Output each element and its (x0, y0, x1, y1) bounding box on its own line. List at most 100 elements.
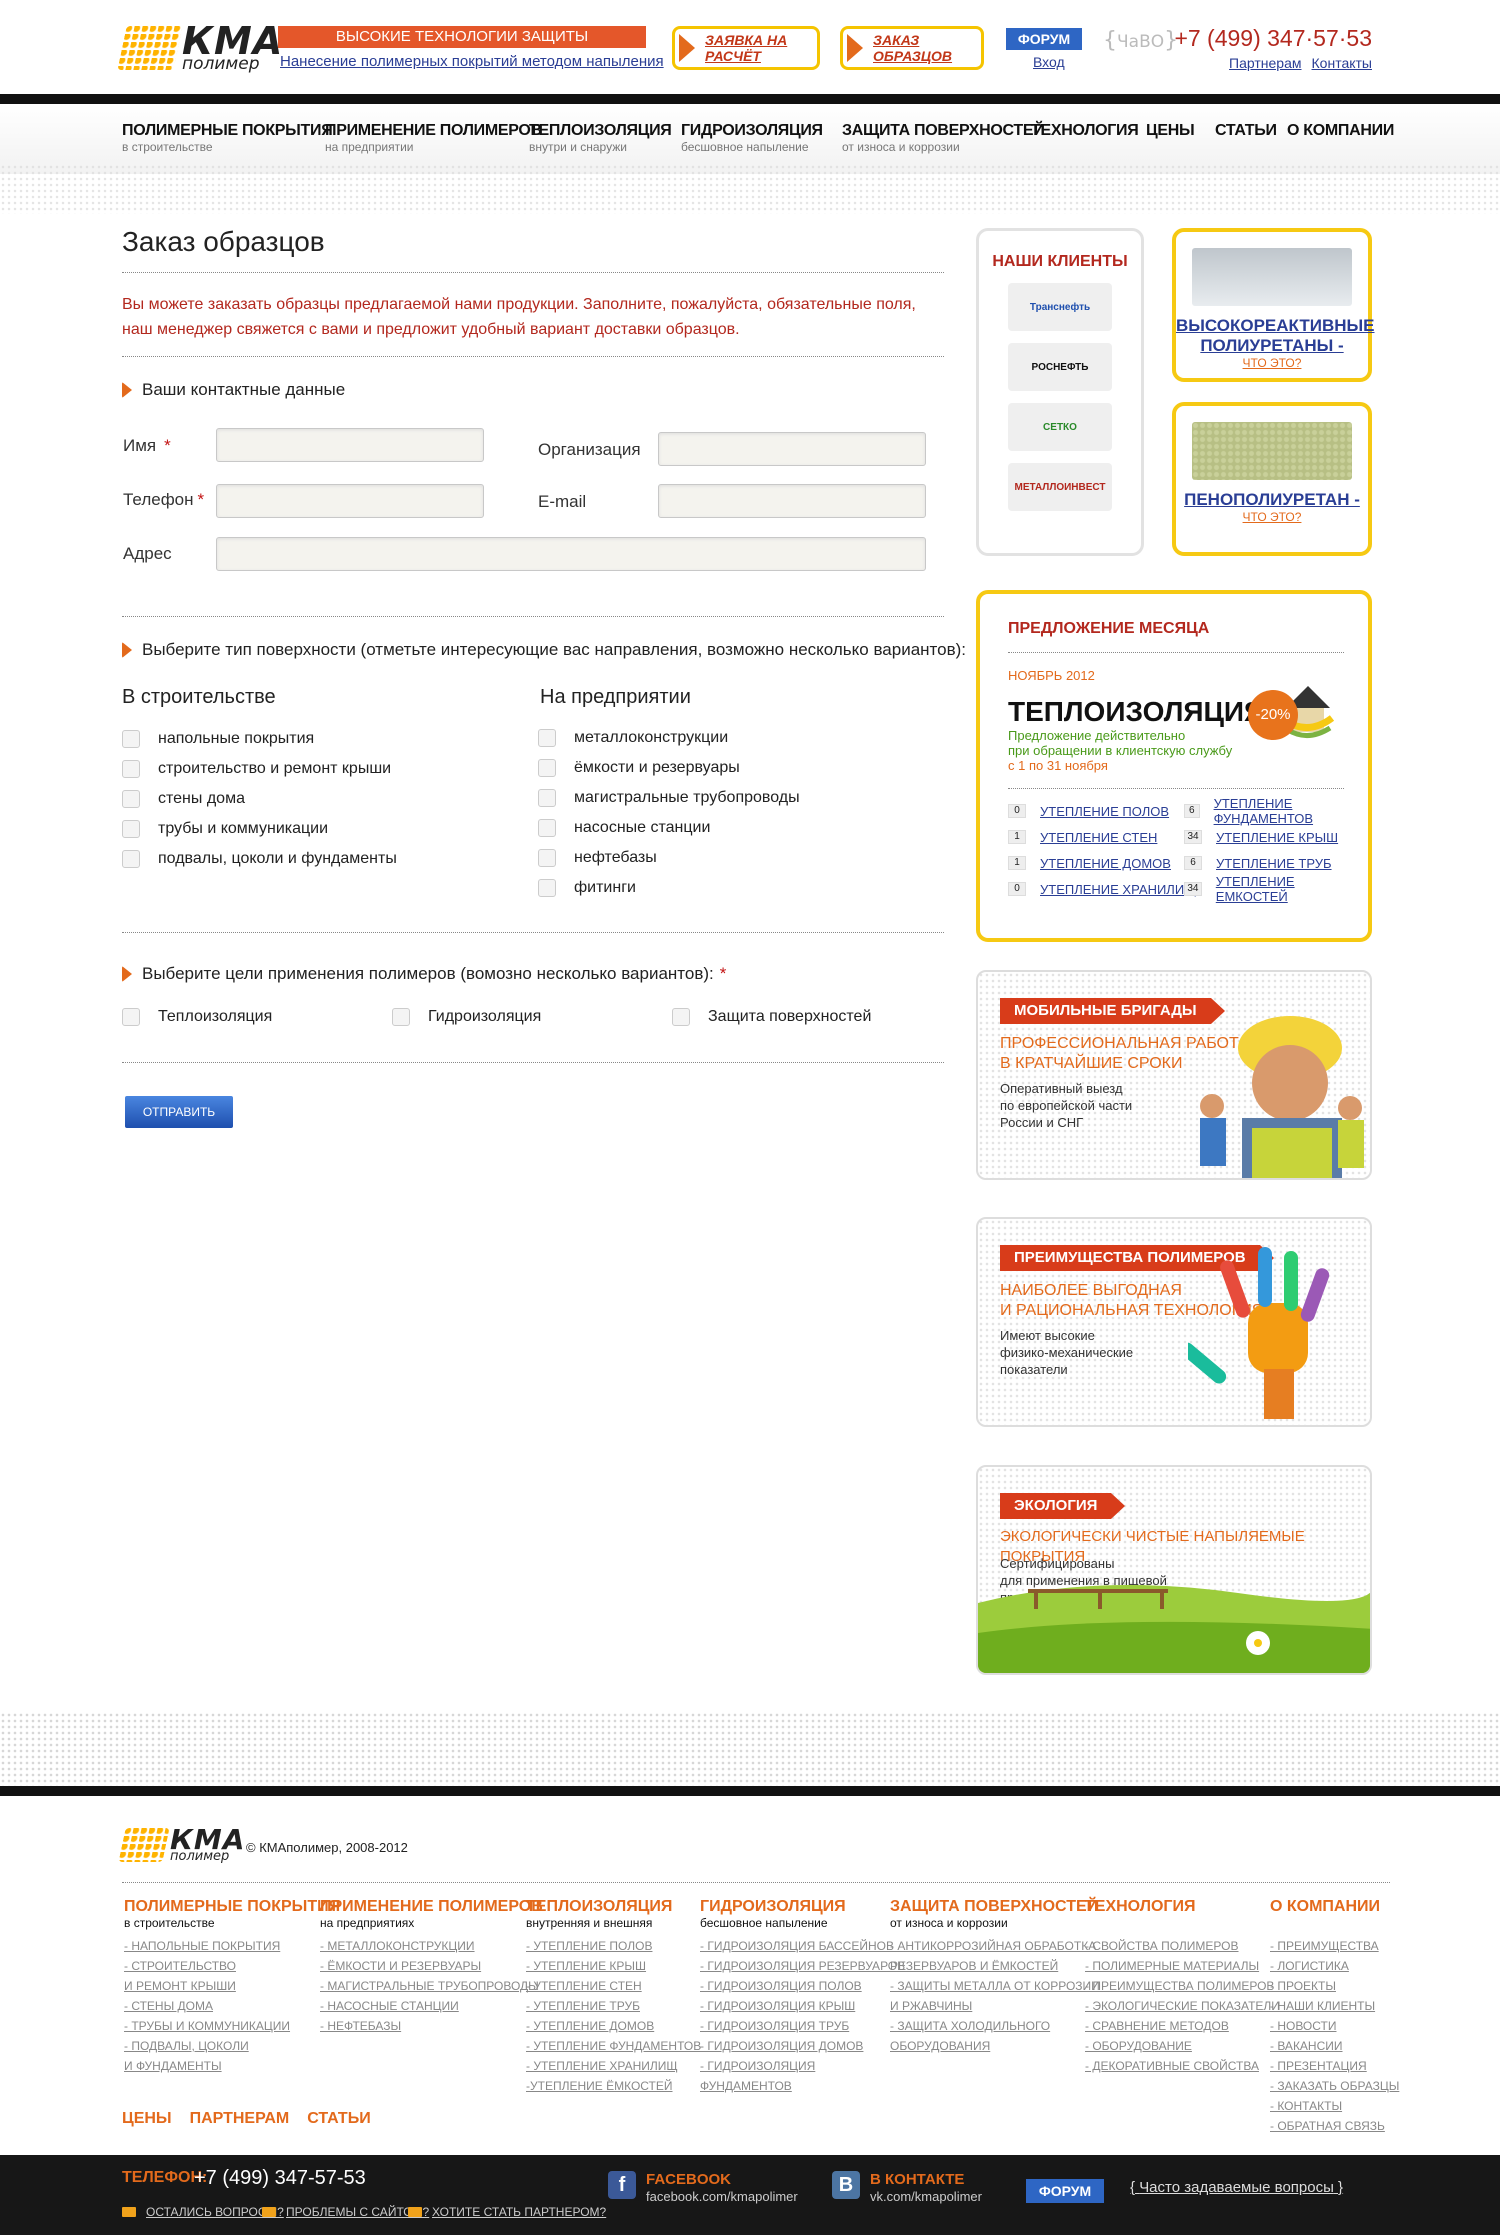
nav-item-polymers[interactable]: ПРИМЕНЕНИЕ ПОЛИМЕРОВ на предприятии (325, 122, 542, 154)
facebook-link[interactable]: f FACEBOOK facebook.com/kmapolimer (608, 2171, 798, 2206)
email-input[interactable] (658, 484, 926, 518)
checkbox-enterprise-6[interactable]: фитинги (538, 879, 636, 897)
checkbox[interactable] (122, 1008, 140, 1026)
footer-link[interactable]: - КОНТАКТЫ (1270, 2096, 1399, 2116)
footer-link[interactable]: - ДЕКОРАТИВНЫЕ СВОЙСТВА (1085, 2056, 1280, 2076)
submit-button[interactable]: ОТПРАВИТЬ (125, 1096, 233, 1128)
footer-link[interactable]: - ГИДРОИЗОЛЯЦИЯ ТРУБ (700, 2016, 905, 2036)
footer-col-title[interactable]: ЗАЩИТА ПОВЕРХНОСТЕЙ (890, 1898, 1100, 1916)
footer-logo[interactable]: КМА полимер (118, 1826, 245, 1863)
vkontakte-link[interactable]: BВ КОНТАКТЕ vk.com/kmapolimer (832, 2171, 982, 2206)
footer-link[interactable]: - УТЕПЛЕНИЕ ТРУБ (526, 1996, 701, 2016)
footer-link[interactable]: - МЕТАЛЛОКОНСТРУКЦИИ (320, 1936, 543, 1956)
offer-link[interactable]: 6 УТЕПЛЕНИЕ ФУНДАМЕНТОВ (1184, 796, 1368, 826)
partners-link[interactable]: Партнерам (1229, 55, 1301, 71)
footer-link[interactable]: - СВОЙСТВА ПОЛИМЕРОВ (1085, 1936, 1280, 1956)
footer-faq-link[interactable]: { Часто задаваемые вопросы } (1130, 2179, 1343, 2196)
checkbox[interactable] (672, 1008, 690, 1026)
footer-link[interactable]: - ОБОРУДОВАНИЕ (1085, 2036, 1280, 2056)
promo-mobile-teams[interactable]: МОБИЛЬНЫЕ БРИГАДЫ ПРОФЕССИОНАЛЬНАЯ РАБОТ… (976, 970, 1372, 1180)
footer-link[interactable]: - УТЕПЛЕНИЕ СТЕН (526, 1976, 701, 1996)
site-logo[interactable]: КМА полимер (117, 22, 283, 73)
checkbox[interactable] (122, 790, 140, 808)
client-logo-rosneft[interactable]: РОСНЕФТЬ (1008, 343, 1112, 391)
nav-item-articles[interactable]: СТАТЬИ (1215, 122, 1277, 140)
footer-link[interactable]: - ГИДРОИЗОЛЯЦИЯ (700, 2056, 905, 2076)
checkbox[interactable] (392, 1008, 410, 1026)
offer-link[interactable]: 34 УТЕПЛЕНИЕ ЕМКОСТЕЙ (1184, 874, 1368, 904)
footer-col-title[interactable]: ПРИМЕНЕНИЕ ПОЛИМЕРОВ (320, 1898, 543, 1916)
footer-link[interactable]: - АНТИКОРРОЗИЙНАЯ ОБРАБОТКА (890, 1936, 1100, 1956)
footer-link[interactable]: - УТЕПЛЕНИЕ ХРАНИЛИЩ (526, 2056, 701, 2076)
footer-link[interactable]: - ГИДРОИЗОЛЯЦИЯ РЕЗЕРВУАРОВ (700, 1956, 905, 1976)
name-input[interactable] (216, 428, 484, 462)
footer-link[interactable]: - ВАКАНСИИ (1270, 2036, 1399, 2056)
checkbox[interactable] (122, 850, 140, 868)
login-link[interactable]: Вход (1033, 54, 1065, 70)
footer-link[interactable]: И ФУНДАМЕНТЫ (124, 2056, 340, 2076)
forum-button[interactable]: ФОРУМ (1006, 28, 1082, 50)
checkbox[interactable] (122, 820, 140, 838)
footer-link[interactable]: - СРАВНЕНИЕ МЕТОДОВ (1085, 2016, 1280, 2036)
footer-col-title[interactable]: О КОМПАНИИ (1270, 1898, 1399, 1916)
offer-link[interactable]: 1 УТЕПЛЕНИЕ СТЕН (1008, 824, 1196, 850)
checkbox-enterprise-1[interactable]: металлоконструкции (538, 729, 728, 747)
footer-link[interactable]: И РЖАВЧИНЫ (890, 1996, 1100, 2016)
footer-link[interactable]: - СТРОИТЕЛЬСТВО (124, 1956, 340, 1976)
promo-ecology[interactable]: ЭКОЛОГИЯ ЭКОЛОГИЧЕСКИ ЧИСТЫЕ НАПЫЛЯЕМЫЕ … (976, 1465, 1372, 1675)
client-logo-metalloinvest[interactable]: МЕТАЛЛОИНВЕСТ (1008, 463, 1112, 511)
footer-link[interactable]: - УТЕПЛЕНИЕ ДОМОВ (526, 2016, 701, 2036)
footer-articles-link[interactable]: СТАТЬИ (307, 2110, 370, 2127)
footer-link[interactable]: - ПРЕИМУЩЕСТВА (1270, 1936, 1399, 1956)
footer-link[interactable]: - ТРУБЫ И КОММУНИКАЦИИ (124, 2016, 340, 2036)
contacts-link[interactable]: Контакты (1312, 55, 1372, 71)
checkbox[interactable] (538, 819, 556, 837)
footer-col-title[interactable]: ТЕПЛОИЗОЛЯЦИЯ (526, 1898, 701, 1916)
checkbox[interactable] (122, 730, 140, 748)
footer-link[interactable]: -УТЕПЛЕНИЕ ЁМКОСТЕЙ (526, 2076, 701, 2096)
footer-link[interactable]: - ЗАЩИТЫ МЕТАЛЛА ОТ КОРРОЗИИ (890, 1976, 1100, 1996)
foam-ad-title[interactable]: ПЕНОПОЛИУРЕТАН - (1176, 490, 1368, 510)
nav-item-prices[interactable]: ЦЕНЫ (1146, 122, 1195, 140)
checkbox-construction-3[interactable]: стены дома (122, 790, 245, 808)
footer-link[interactable]: - ПОДВАЛЫ, ЦОКОЛИ (124, 2036, 340, 2056)
client-logo-setko[interactable]: СЕТКО (1008, 403, 1112, 451)
checkbox-enterprise-2[interactable]: ёмкости и резервуары (538, 759, 740, 777)
checkbox[interactable] (122, 760, 140, 778)
offer-link[interactable]: 34 УТЕПЛЕНИЕ КРЫШ (1184, 824, 1368, 850)
checkbox[interactable] (538, 759, 556, 777)
what-is-it-link[interactable]: ЧТО ЭТО? (1176, 356, 1368, 370)
footer-partners-link[interactable]: ПАРТНЕРАМ (190, 2110, 290, 2127)
become-partner-link[interactable]: ХОТИТЕ СТАТЬ ПАРТНЕРОМ? (408, 2205, 606, 2219)
faq-link[interactable]: {ЧаВО} (1103, 28, 1178, 53)
nav-item-waterproofing[interactable]: ГИДРОИЗОЛЯЦИЯ бесшовное напыление (681, 122, 823, 154)
site-problems-link[interactable]: ПРОБЛЕМЫ С САЙТОМ? (262, 2205, 429, 2219)
footer-col-title[interactable]: ГИДРОИЗОЛЯЦИЯ (700, 1898, 905, 1916)
checkbox-construction-2[interactable]: строительство и ремонт крыши (122, 760, 391, 778)
footer-col-title[interactable]: ТЕХНОЛОГИЯ (1085, 1898, 1280, 1916)
offer-link[interactable]: 1 УТЕПЛЕНИЕ ДОМОВ (1008, 850, 1196, 876)
footer-col-title[interactable]: ПОЛИМЕРНЫЕ ПОКРЫТИЯ (124, 1898, 340, 1916)
footer-link[interactable]: - НАСОСНЫЕ СТАНЦИИ (320, 1996, 543, 2016)
footer-link[interactable]: - НЕФТЕБАЗЫ (320, 2016, 543, 2036)
footer-link[interactable]: ФУНДАМЕНТОВ (700, 2076, 905, 2096)
nav-item-protection[interactable]: ЗАЩИТА ПОВЕРХНОСТЕЙ от износа и коррозии (842, 122, 1045, 154)
footer-link[interactable]: РЕЗЕРВУАРОВ И ЁМКОСТЕЙ (890, 1956, 1100, 1976)
checkbox-goal-protection[interactable]: Защита поверхностей (672, 1008, 871, 1026)
promo-polymer-advantages[interactable]: ПРЕИМУЩЕСТВА ПОЛИМЕРОВ НАИБОЛЕЕ ВЫГОДНАЯ… (976, 1217, 1372, 1427)
footer-link[interactable]: - МАГИСТРАЛЬНЫЕ ТРУБОПРОВОДЫ (320, 1976, 543, 1996)
footer-link[interactable]: - ЛОГИСТИКА (1270, 1956, 1399, 1976)
polyurethane-ad-title[interactable]: ВЫСОКОРЕАКТИВНЫЕ ПОЛИУРЕТАНЫ - (1176, 316, 1375, 356)
footer-link[interactable]: - ЗАКАЗАТЬ ОБРАЗЦЫ (1270, 2076, 1399, 2096)
footer-link[interactable]: - НАПОЛЬНЫЕ ПОКРЫТИЯ (124, 1936, 340, 1956)
footer-link[interactable]: - ГИДРОИЗОЛЯЦИЯ ПОЛОВ (700, 1976, 905, 1996)
checkbox-enterprise-5[interactable]: нефтебазы (538, 849, 657, 867)
checkbox-enterprise-3[interactable]: магистральные трубопроводы (538, 789, 800, 807)
nav-item-about[interactable]: О КОМПАНИИ (1287, 122, 1394, 140)
footer-link[interactable]: - ГИДРОИЗОЛЯЦИЯ КРЫШ (700, 1996, 905, 2016)
checkbox-goal-waterproofing[interactable]: Гидроизоляция (392, 1008, 541, 1026)
calc-request-button[interactable]: ЗАЯВКА НА РАСЧЁТ (672, 26, 820, 70)
footer-link[interactable]: И РЕМОНТ КРЫШИ (124, 1976, 340, 1996)
footer-link[interactable]: - ПОЛИМЕРНЫЕ МАТЕРИАЛЫ (1085, 1956, 1280, 1976)
footer-link[interactable]: - ЭКОЛОГИЧЕСКИЕ ПОКАЗАТЕЛИ (1085, 1996, 1280, 2016)
